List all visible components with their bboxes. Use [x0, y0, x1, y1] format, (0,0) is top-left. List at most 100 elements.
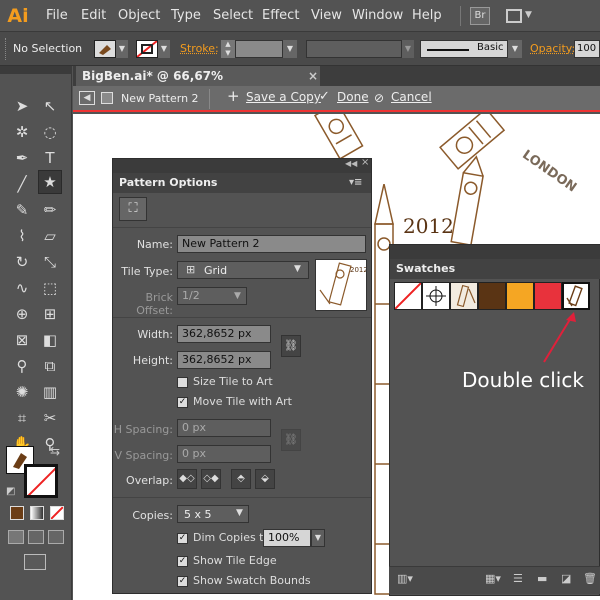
swatch-red[interactable]: [534, 282, 562, 310]
menu-edit[interactable]: Edit: [81, 0, 106, 32]
color-mode-icon[interactable]: [10, 506, 24, 520]
menu-view[interactable]: View: [311, 0, 342, 32]
close-panel-icon[interactable]: ×: [361, 157, 369, 168]
shape-builder-tool-icon[interactable]: ⊕: [10, 302, 34, 326]
done-button[interactable]: Done: [337, 90, 369, 104]
default-fill-stroke-icon[interactable]: ◩: [6, 486, 15, 497]
move-tile-with-art-checkbox[interactable]: ✓: [177, 397, 188, 408]
bridge-button[interactable]: Br: [470, 7, 490, 25]
magic-wand-tool-icon[interactable]: ✲: [10, 120, 34, 144]
close-tab-icon[interactable]: ×: [308, 66, 318, 86]
profile-dropdown-icon[interactable]: ▼: [402, 40, 414, 58]
mesh-tool-icon[interactable]: ⊠: [10, 328, 34, 352]
stroke-weight-input[interactable]: [235, 40, 283, 58]
menu-effect[interactable]: Effect: [262, 0, 299, 32]
copies-select[interactable]: 5 x 5 ▼: [177, 505, 249, 523]
show-tile-edge-checkbox[interactable]: ✓: [177, 556, 188, 567]
pen-tool-icon[interactable]: ✒: [10, 146, 34, 170]
top-in-front-icon[interactable]: ⬘: [231, 469, 251, 489]
stroke-color-icon[interactable]: [24, 464, 58, 498]
eyedropper-tool-icon[interactable]: ⚲: [10, 354, 34, 378]
symbol-sprayer-tool-icon[interactable]: ✺: [10, 380, 34, 404]
brush-dropdown-icon[interactable]: ▼: [508, 40, 522, 58]
menu-file[interactable]: File: [46, 0, 68, 32]
stroke-weight-dropdown-icon[interactable]: ▼: [283, 40, 297, 58]
tile-type-select[interactable]: ⊞ Grid ▼: [177, 261, 309, 279]
type-tool-icon[interactable]: T: [38, 146, 62, 170]
new-color-group-icon[interactable]: ▬: [537, 572, 547, 585]
back-arrow-icon[interactable]: ◀: [79, 91, 95, 105]
arrange-documents-icon[interactable]: [506, 9, 522, 23]
perspective-grid-tool-icon[interactable]: ⊞: [38, 302, 62, 326]
stroke-swatch[interactable]: [136, 40, 158, 58]
stroke-dropdown-icon[interactable]: ▼: [158, 40, 170, 58]
fill-swatch[interactable]: [94, 40, 116, 58]
link-proportions-icon[interactable]: ⛓: [281, 335, 301, 357]
left-in-front-icon[interactable]: ◆◇: [177, 469, 197, 489]
width-input[interactable]: 362,8652 px: [177, 325, 271, 343]
draw-behind-icon[interactable]: [28, 530, 44, 544]
bottom-in-front-icon[interactable]: ⬙: [255, 469, 275, 489]
artboard-tool-icon[interactable]: ⌗: [10, 406, 34, 430]
cancel-button[interactable]: Cancel: [391, 90, 432, 104]
fill-dropdown-icon[interactable]: ▼: [116, 40, 128, 58]
line-tool-icon[interactable]: ╱: [10, 172, 34, 196]
chevron-down-icon[interactable]: ▼: [311, 529, 325, 547]
swap-fill-stroke-icon[interactable]: ⇆: [50, 444, 60, 458]
paintbrush-tool-icon[interactable]: ✎: [10, 198, 34, 222]
star-tool-icon[interactable]: ★: [38, 170, 62, 194]
swatch-new-pattern[interactable]: [562, 282, 590, 310]
collapse-icon[interactable]: ◀◀: [345, 159, 357, 168]
swatch-registration[interactable]: [422, 282, 450, 310]
eraser-tool-icon[interactable]: ▱: [38, 224, 62, 248]
menu-type[interactable]: Type: [171, 0, 201, 32]
dim-copies-checkbox[interactable]: ✓: [177, 533, 188, 544]
stroke-label[interactable]: Stroke:: [180, 42, 219, 55]
height-input[interactable]: 362,8652 px: [177, 351, 271, 369]
menu-help[interactable]: Help: [412, 0, 442, 32]
brush-definition[interactable]: Basic: [420, 40, 508, 58]
pattern-tile-tool-icon[interactable]: ⛶: [119, 197, 147, 221]
free-transform-tool-icon[interactable]: ⬚: [38, 276, 62, 300]
swatch-pattern-bigben[interactable]: [450, 282, 478, 310]
menu-window[interactable]: Window: [352, 0, 403, 32]
size-tile-to-art-checkbox[interactable]: [177, 377, 188, 388]
selection-tool-icon[interactable]: ➤: [10, 94, 34, 118]
pencil-tool-icon[interactable]: ✏: [38, 198, 62, 222]
delete-swatch-icon[interactable]: 🗑: [583, 572, 597, 585]
swatch-orange[interactable]: [506, 282, 534, 310]
gradient-mode-icon[interactable]: [30, 506, 44, 520]
show-swatch-kinds-icon[interactable]: ▦▾: [485, 572, 501, 585]
name-input[interactable]: New Pattern 2: [177, 235, 366, 253]
draw-normal-icon[interactable]: [8, 530, 24, 544]
swatch-options-icon[interactable]: ☰: [513, 572, 523, 585]
warp-tool-icon[interactable]: ∿: [10, 276, 34, 300]
draw-inside-icon[interactable]: [48, 530, 64, 544]
swatch-libraries-menu-icon[interactable]: ▥▾: [397, 572, 413, 585]
slice-tool-icon[interactable]: ✂: [38, 406, 62, 430]
dim-copies-input[interactable]: 100%: [263, 529, 311, 547]
show-swatch-bounds-checkbox[interactable]: ✓: [177, 576, 188, 587]
none-mode-icon[interactable]: [50, 506, 64, 520]
lasso-tool-icon[interactable]: ◌: [38, 120, 62, 144]
screen-mode-icon[interactable]: [24, 554, 46, 570]
swatch-none[interactable]: [394, 282, 422, 310]
menu-object[interactable]: Object: [118, 0, 160, 32]
new-swatch-icon[interactable]: ◪: [561, 572, 571, 585]
direct-selection-tool-icon[interactable]: ↖: [38, 94, 62, 118]
panel-menu-icon[interactable]: ▾≡: [349, 173, 362, 193]
blend-tool-icon[interactable]: ⧉: [38, 354, 62, 378]
document-tab[interactable]: BigBen.ai* @ 66,67% (CMYK/Preview) ×: [76, 66, 320, 103]
blob-brush-tool-icon[interactable]: ⌇: [10, 224, 34, 248]
opacity-input[interactable]: 100: [574, 40, 600, 58]
opacity-label[interactable]: Opacity:: [530, 42, 575, 55]
swatch-brown[interactable]: [478, 282, 506, 310]
variable-width-profile[interactable]: [306, 40, 402, 58]
gradient-tool-icon[interactable]: ◧: [38, 328, 62, 352]
column-graph-tool-icon[interactable]: ▥: [38, 380, 62, 404]
scale-tool-icon[interactable]: ⤡: [38, 250, 62, 274]
menu-select[interactable]: Select: [213, 0, 253, 32]
stroke-weight-stepper[interactable]: ▲ ▼: [221, 40, 235, 58]
right-in-front-icon[interactable]: ◇◆: [201, 469, 221, 489]
save-copy-button[interactable]: Save a Copy: [246, 90, 321, 104]
